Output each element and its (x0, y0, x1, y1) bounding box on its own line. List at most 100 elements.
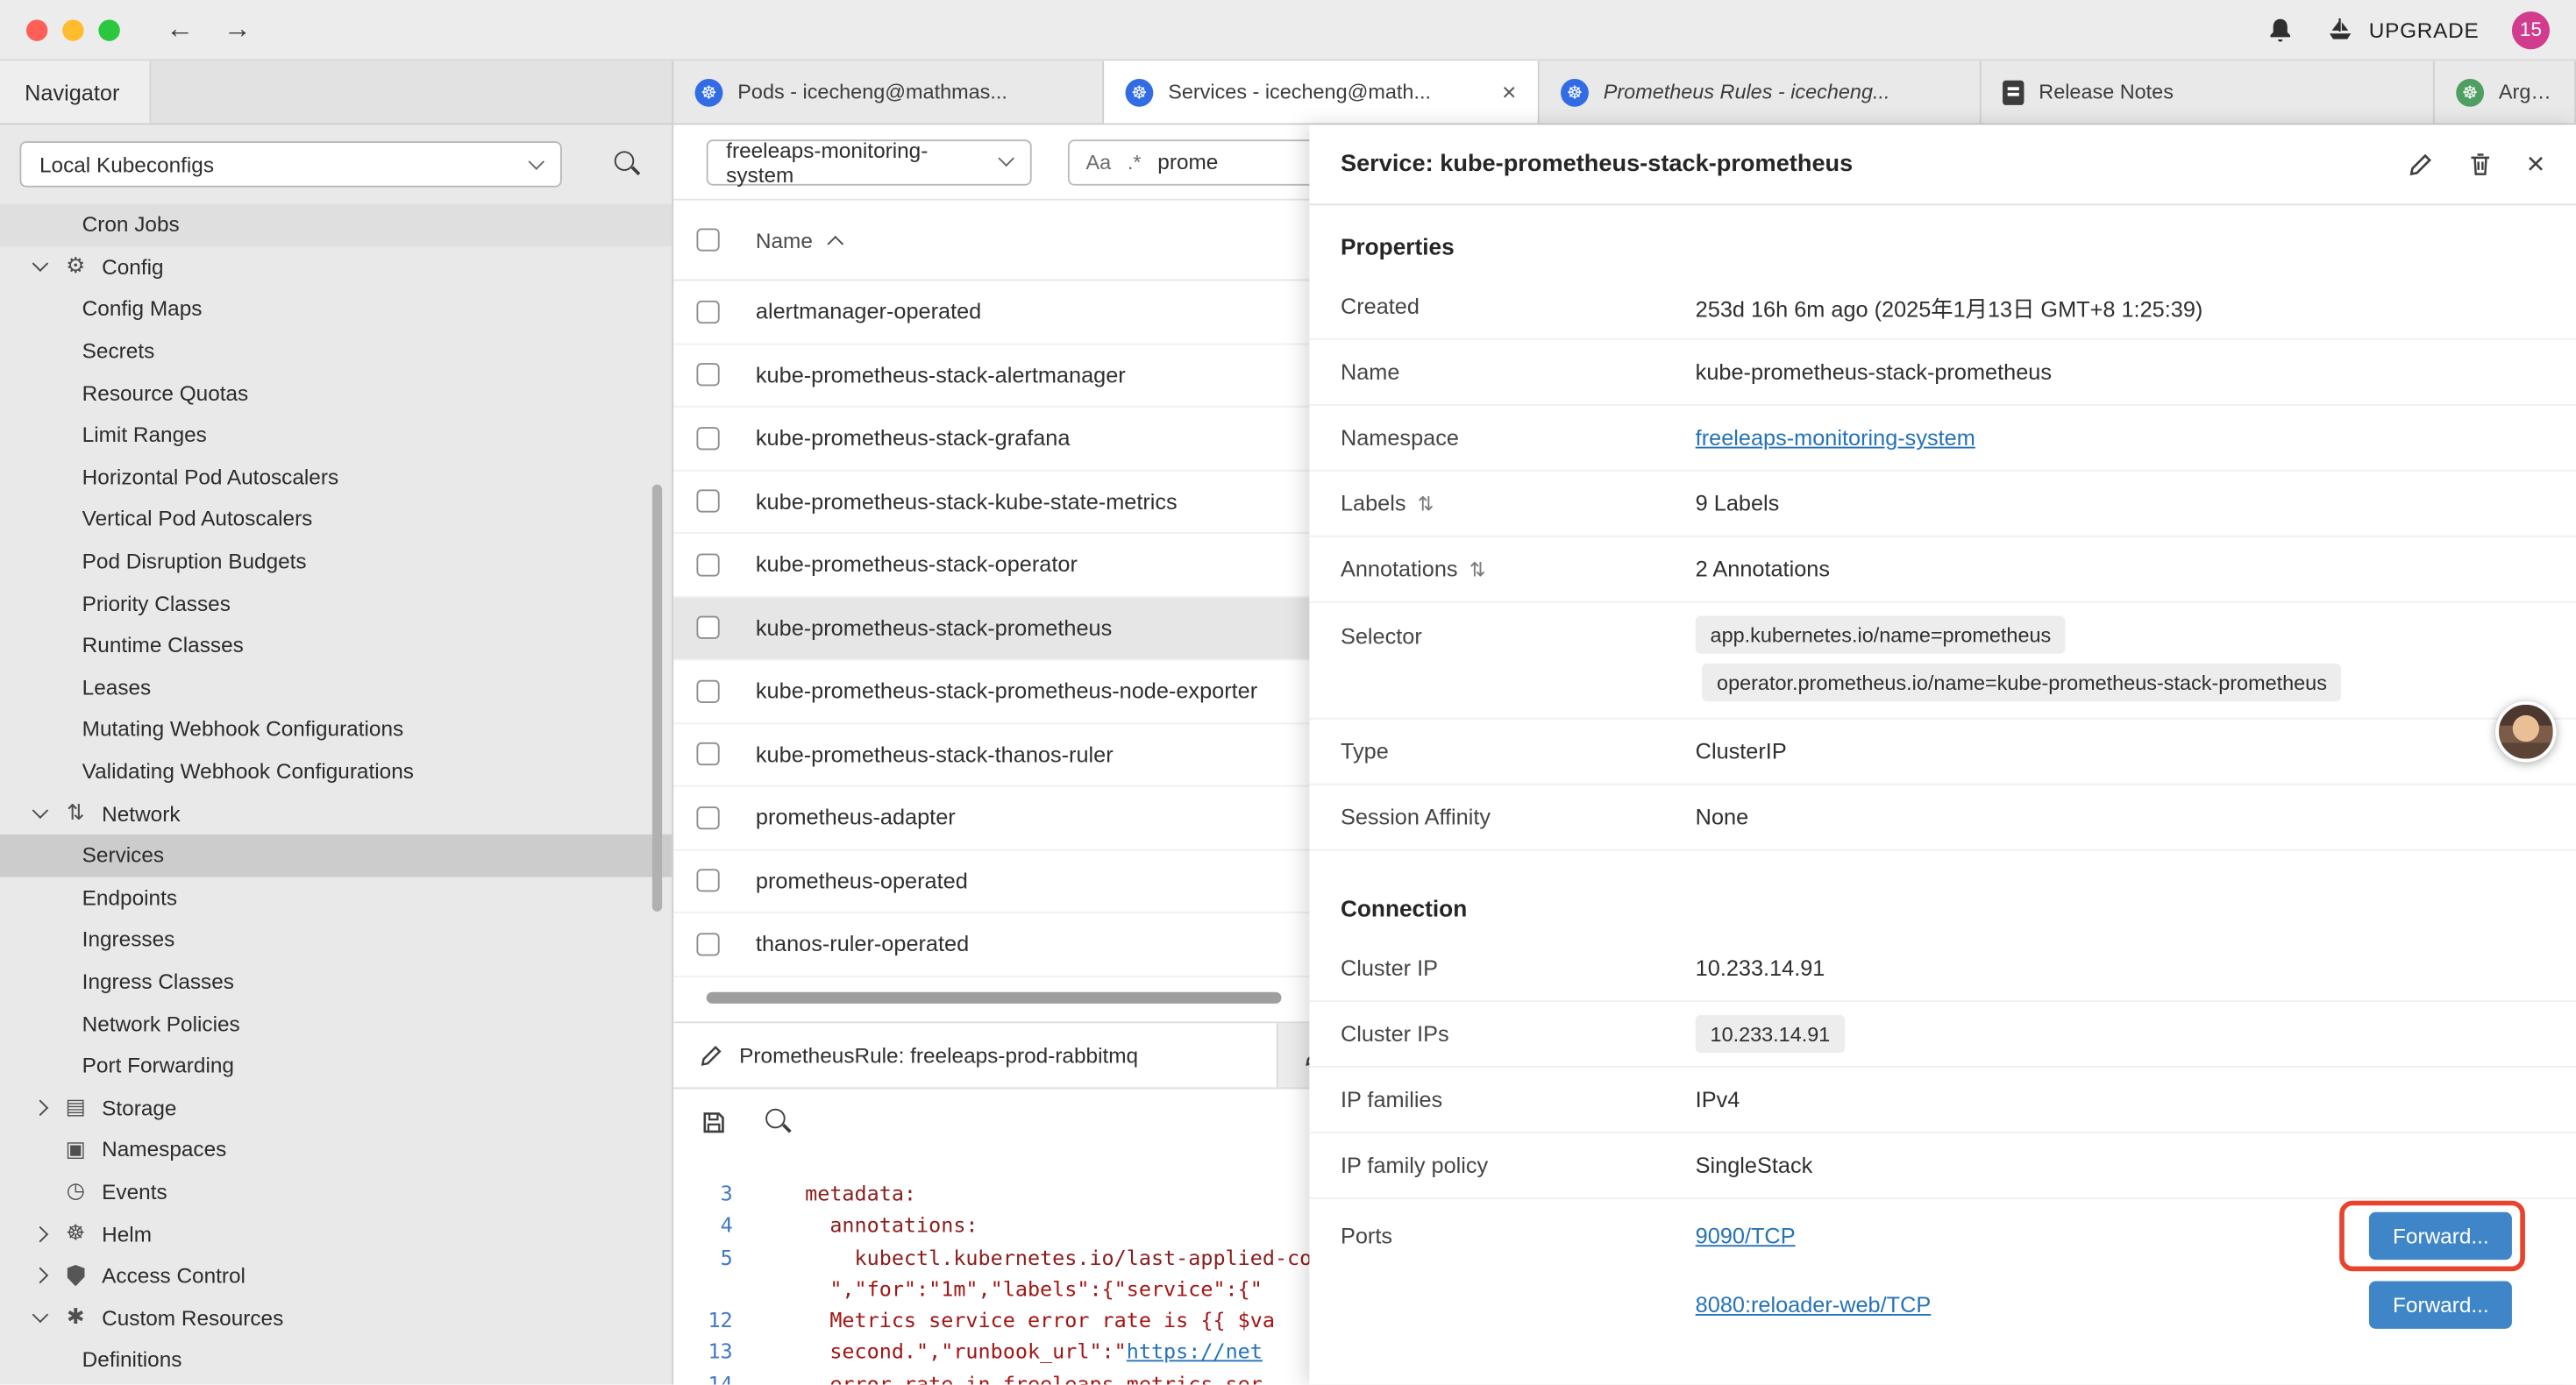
dock-tab-label: PrometheusRule: freeleaps-prod-rabbitmq (739, 1043, 1138, 1068)
drawer-header: Service: kube-prometheus-stack-prometheu… (1309, 124, 2576, 205)
editor-search-icon[interactable] (765, 1109, 792, 1135)
tab-label: Prometheus Rules - icecheng... (1604, 81, 1959, 103)
horizontal-scrollbar-thumb[interactable] (707, 992, 1282, 1004)
back-icon[interactable]: ← (166, 13, 194, 46)
sidebar-item-events[interactable]: ◷Events (0, 1170, 672, 1212)
sidebar-item-ingress-classes[interactable]: Ingress Classes (0, 961, 672, 1003)
namespace-select[interactable]: freeleaps-monitoring-system (707, 138, 1032, 184)
dock-tab-prometheusrule[interactable]: PrometheusRule: freeleaps-prod-rabbitmq (673, 1023, 1278, 1087)
row-checkbox[interactable] (696, 300, 719, 323)
property-row-namespace: Namespace freeleaps-monitoring-system (1309, 406, 2576, 472)
sidebar-item-runtime-classes[interactable]: Runtime Classes (0, 624, 672, 666)
close-drawer-icon[interactable]: × (2527, 149, 2545, 181)
chevron-right-icon (32, 1099, 48, 1116)
helm-icon: ☸ (62, 1220, 89, 1246)
tab-services[interactable]: ☸ Services - icecheng@math... × (1104, 60, 1540, 123)
properties-heading: Properties (1309, 205, 2576, 274)
drawer-actions: × (2409, 149, 2545, 181)
sidebar-item-endpoints[interactable]: Endpoints (0, 877, 672, 919)
zoom-window-button[interactable] (98, 19, 119, 40)
sidebar-item-network-policies[interactable]: Network Policies (0, 1002, 672, 1044)
sidebar-item-ingresses[interactable]: Ingresses (0, 919, 672, 961)
sidebar-item-custom-resources[interactable]: ✱Custom Resources (0, 1296, 672, 1339)
sidebar-item-vertical-pod-autoscalers[interactable]: Vertical Pod Autoscalers (0, 498, 672, 540)
chevron-down-icon (998, 151, 1014, 167)
sidebar-item-config-maps[interactable]: Config Maps (0, 288, 672, 330)
tab-label: Pods - icecheng@mathmas... (737, 81, 1081, 103)
sidebar-item-limit-ranges[interactable]: Limit Ranges (0, 414, 672, 456)
expand-labels-icon[interactable]: ⇅ (1418, 492, 1434, 515)
match-case-toggle[interactable]: Aa (1086, 150, 1112, 173)
kubeconfig-select[interactable]: Local Kubeconfigs (19, 141, 561, 187)
sidebar-item-access-control[interactable]: Access Control (0, 1254, 672, 1296)
sidebar-item-storage[interactable]: ▤Storage (0, 1086, 672, 1128)
line-number: 3 (673, 1177, 752, 1209)
notification-count-badge[interactable]: 15 (2512, 11, 2550, 48)
row-checkbox[interactable] (696, 742, 719, 765)
row-checkbox[interactable] (696, 427, 719, 450)
port-line: 8080:reloader-web/TCP Forward... (1696, 1278, 2545, 1331)
regex-toggle[interactable]: .* (1128, 150, 1142, 173)
upgrade-label: UPGRADE (2369, 18, 2480, 42)
cluster-ip-badge: 10.233.14.91 (1696, 1015, 1846, 1053)
sidebar-item-validating-webhook-configurations[interactable]: Validating Webhook Configurations (0, 750, 672, 792)
sidebar-item-secrets[interactable]: Secrets (0, 330, 672, 372)
row-checkbox[interactable] (696, 933, 719, 955)
service-name: kube-prometheus-stack-alertmanager (756, 363, 1126, 387)
row-checkbox[interactable] (696, 870, 719, 892)
service-name: kube-prometheus-stack-kube-state-metrics (756, 489, 1178, 514)
tab-prometheus-rules[interactable]: ☸ Prometheus Rules - icecheng... (1540, 60, 1982, 123)
forward-button[interactable]: Forward... (2370, 1281, 2512, 1328)
sidebar-item-priority-classes[interactable]: Priority Classes (0, 582, 672, 624)
tab-pods[interactable]: ☸ Pods - icecheng@mathmas... (673, 60, 1104, 123)
forward-icon[interactable]: → (224, 13, 252, 46)
port-link-8080[interactable]: 8080:reloader-web/TCP (1696, 1292, 1932, 1317)
navigator-title: Navigator (25, 80, 119, 104)
sidebar-item-config[interactable]: ⚙Config (0, 245, 672, 288)
notifications-bell-icon[interactable] (2267, 16, 2294, 44)
select-all-checkbox[interactable] (696, 228, 719, 251)
row-checkbox[interactable] (696, 490, 719, 513)
expand-annotations-icon[interactable]: ⇅ (1469, 558, 1486, 580)
sidebar-item-network[interactable]: ⇅Network (0, 792, 672, 835)
close-window-button[interactable] (26, 19, 47, 40)
sidebar-item-definitions[interactable]: Definitions (0, 1339, 672, 1381)
save-icon[interactable] (701, 1110, 726, 1134)
sidebar-item-services[interactable]: Services (0, 835, 672, 877)
tab-argo[interactable]: ☸ Argo S (2435, 60, 2576, 123)
sidebar-item-mutating-webhook-configurations[interactable]: Mutating Webhook Configurations (0, 708, 672, 750)
name-column-header[interactable]: Name (756, 228, 841, 252)
custom-resources-icon: ✱ (62, 1304, 89, 1331)
sidebar-item-horizontal-pod-autoscalers[interactable]: Horizontal Pod Autoscalers (0, 456, 672, 498)
code-url-link[interactable]: https://net (1127, 1339, 1263, 1364)
delete-trash-icon[interactable] (2467, 151, 2492, 177)
tab-release-notes[interactable]: Release Notes (1982, 60, 2435, 123)
service-name: kube-prometheus-stack-operator (756, 552, 1078, 577)
row-checkbox[interactable] (696, 616, 719, 639)
sidebar-search-icon[interactable] (615, 151, 641, 177)
property-row-name: Name kube-prometheus-stack-prometheus (1309, 340, 2576, 406)
property-row-type: Type ClusterIP (1309, 720, 2576, 785)
row-checkbox[interactable] (696, 364, 719, 387)
close-tab-icon[interactable]: × (1502, 78, 1516, 106)
upgrade-ship-icon (2326, 17, 2356, 43)
navigator-title-tab[interactable]: Navigator (0, 60, 151, 123)
forward-button[interactable]: Forward... (2370, 1211, 2512, 1259)
sidebar-item-namespaces[interactable]: ▣Namespaces (0, 1128, 672, 1170)
row-checkbox[interactable] (696, 679, 719, 702)
sidebar-item-cron-jobs[interactable]: Cron Jobs (0, 203, 672, 245)
port-link-9090[interactable]: 9090/TCP (1696, 1223, 1796, 1247)
sidebar-item-leases[interactable]: Leases (0, 666, 672, 708)
sidebar-item-helm[interactable]: ☸Helm (0, 1212, 672, 1254)
edit-pencil-icon[interactable] (2409, 152, 2433, 176)
namespace-link[interactable]: freeleaps-monitoring-system (1696, 425, 1975, 450)
sidebar-scrollbar-thumb[interactable] (652, 485, 662, 912)
row-checkbox[interactable] (696, 806, 719, 829)
sidebar-item-port-forwarding[interactable]: Port Forwarding (0, 1044, 672, 1086)
sidebar-item-pod-disruption-budgets[interactable]: Pod Disruption Budgets (0, 540, 672, 582)
row-checkbox[interactable] (696, 553, 719, 576)
line-number: 13 (673, 1336, 752, 1367)
minimize-window-button[interactable] (62, 19, 83, 40)
sidebar-item-resource-quotas[interactable]: Resource Quotas (0, 372, 672, 414)
upgrade-button[interactable]: UPGRADE (2326, 17, 2479, 43)
